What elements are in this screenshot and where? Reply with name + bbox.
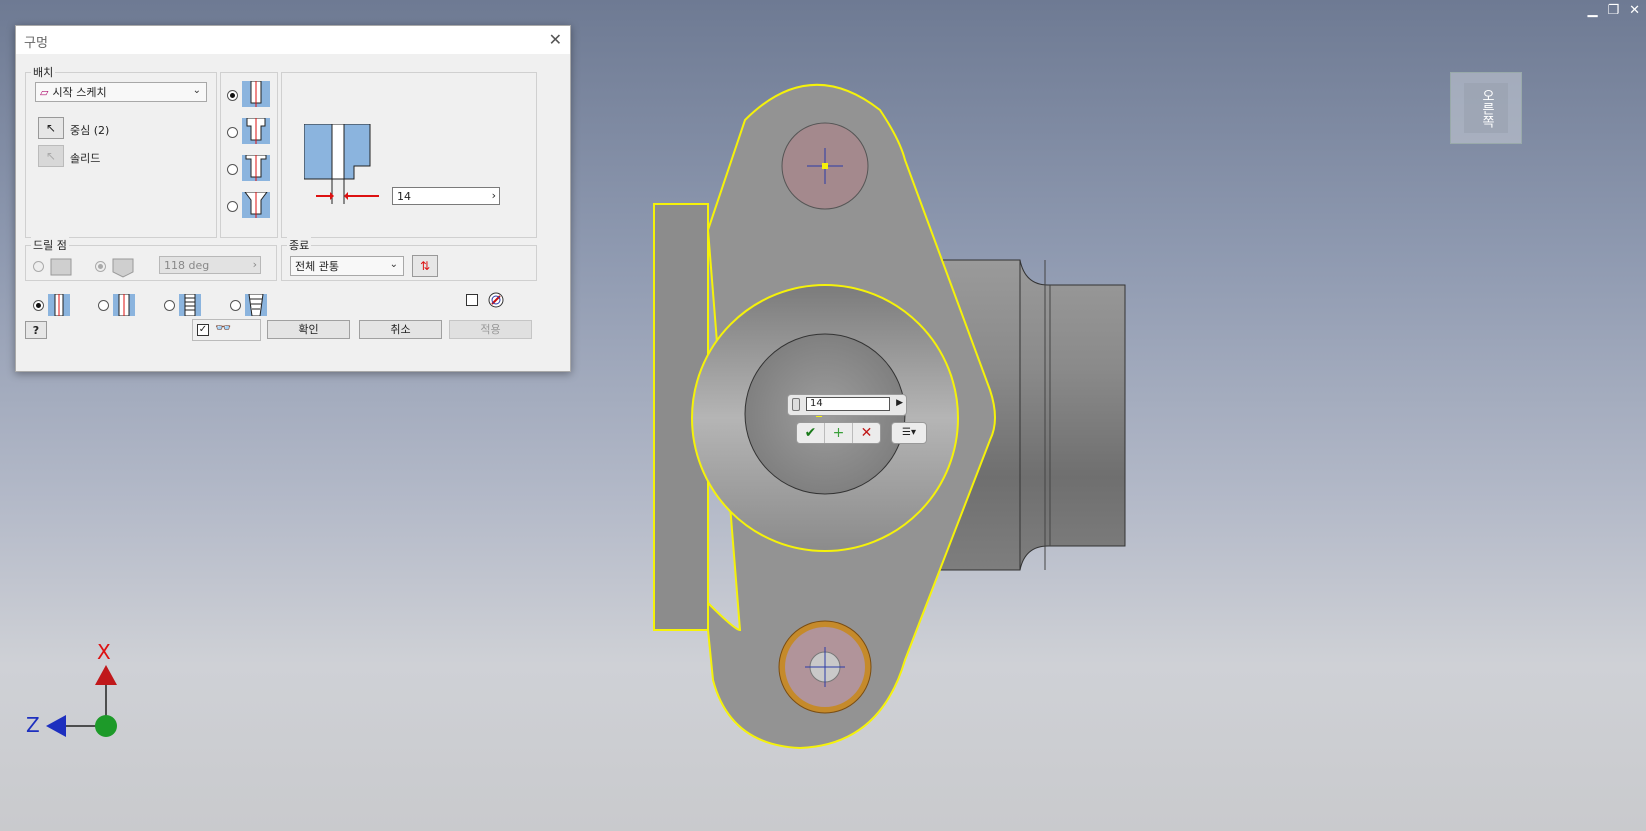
viewcube-face[interactable]: 오른쪽 [1464,83,1508,133]
compass-icon[interactable] [488,292,504,308]
chevron-right-icon[interactable]: › [492,189,496,202]
apply-button[interactable]: 적용 [449,320,532,339]
termination-combo-value: 전체 관통 [295,260,339,273]
placement-combo[interactable]: ▱ 시작 스케치 ⌄ [35,82,207,102]
pointer-icon: ↖ [45,121,57,135]
infer-checkbox[interactable] [466,294,478,306]
spotface-icon [242,155,270,181]
diameter-input[interactable]: 14 › [392,187,500,205]
flat-drill-radio[interactable] [33,261,44,272]
sketch-icon: ▱ [40,85,49,99]
mini-ok-button[interactable]: ✔ [797,423,825,443]
z-axis-label: Z [26,713,40,737]
diameter-value: 14 [397,189,411,203]
drilled-radio[interactable] [33,300,44,311]
simple-hole-icon [242,81,270,107]
drill-point-label: 드릴 점 [31,237,69,253]
flat-drill-icon [50,258,72,276]
ok-button[interactable]: 확인 [267,320,350,339]
window-controls: ▁ ❐ ✕ [1587,4,1640,18]
countersink-radio[interactable] [227,201,238,212]
angle-drill-icon [112,258,134,278]
taper-tapped-radio[interactable] [230,300,241,311]
termination-combo[interactable]: 전체 관통 ⌄ [290,256,404,276]
drill-angle-value: 118 deg [164,258,210,272]
countersink-icon [242,192,270,218]
mini-arrow-icon[interactable]: ▶ [896,398,903,408]
counterbore-radio[interactable] [227,127,238,138]
chevron-down-icon: ⌄ [389,259,398,270]
flip-direction-button[interactable]: ⇅ [412,255,438,277]
dialog-close-icon[interactable]: ✕ [549,30,562,49]
placement-combo-value: 시작 스케치 [52,86,107,99]
clearance-radio[interactable] [98,300,109,311]
glasses-icon: 👓 [215,321,232,336]
flip-icon: ⇅ [419,259,431,273]
viewcube[interactable]: 오른쪽 [1450,72,1522,144]
mini-dimension-input[interactable]: 14 [806,397,890,411]
help-icon: ? [32,323,40,337]
counterbore-icon [242,118,270,144]
center-select-button[interactable]: ↖ [38,117,64,139]
x-axis-label: X [97,640,111,664]
hole-preview-diagram [304,124,379,204]
preview-toggle[interactable]: ✓ 👓 [192,319,261,341]
tapped-icon [179,294,201,316]
restore-icon[interactable]: ❐ [1607,4,1619,18]
center-label: 중심 (2) [70,124,110,137]
termination-label: 종료 [287,237,312,253]
solid-select-button[interactable]: ↖ [38,145,64,167]
angle-drill-radio[interactable] [95,261,106,272]
close-icon[interactable]: ✕ [1629,4,1640,18]
chevron-right-icon[interactable]: › [253,258,257,271]
spotface-radio[interactable] [227,164,238,175]
shaft-fillet [1019,259,1126,571]
clearance-icon [113,294,135,316]
solid-label: 솔리드 [70,152,101,165]
chevron-down-icon: ⌄ [192,85,201,96]
cancel-button[interactable]: 취소 [359,320,442,339]
help-button[interactable]: ? [25,321,47,339]
placement-label: 배치 [31,64,56,80]
mini-icon [792,398,800,411]
tapped-radio[interactable] [164,300,175,311]
preview-checkbox[interactable]: ✓ [197,324,209,336]
pointer-icon: ↖ [45,149,57,163]
mini-options-button[interactable]: ☰▾ [891,422,927,444]
mini-cancel-button[interactable]: ✕ [853,423,880,443]
hole-dialog: 구멍 ✕ 배치 ▱ 시작 스케치 ⌄ ↖ 중심 (2) ↖ 솔리드 14 › 드… [15,25,571,372]
mini-add-button[interactable]: + [825,423,853,443]
dialog-title: 구멍 [24,36,48,51]
mini-action-buttons: ✔ + ✕ [796,422,881,444]
taper-tapped-icon [245,294,267,316]
drill-angle-input[interactable]: 118 deg › [159,256,261,274]
drilled-icon [48,294,70,316]
mini-dimension-box[interactable]: 14 ▶ [787,394,907,416]
minimize-icon[interactable]: ▁ [1587,4,1597,18]
simple-hole-radio[interactable] [227,90,238,101]
dialog-titlebar[interactable]: 구멍 ✕ [16,26,570,54]
